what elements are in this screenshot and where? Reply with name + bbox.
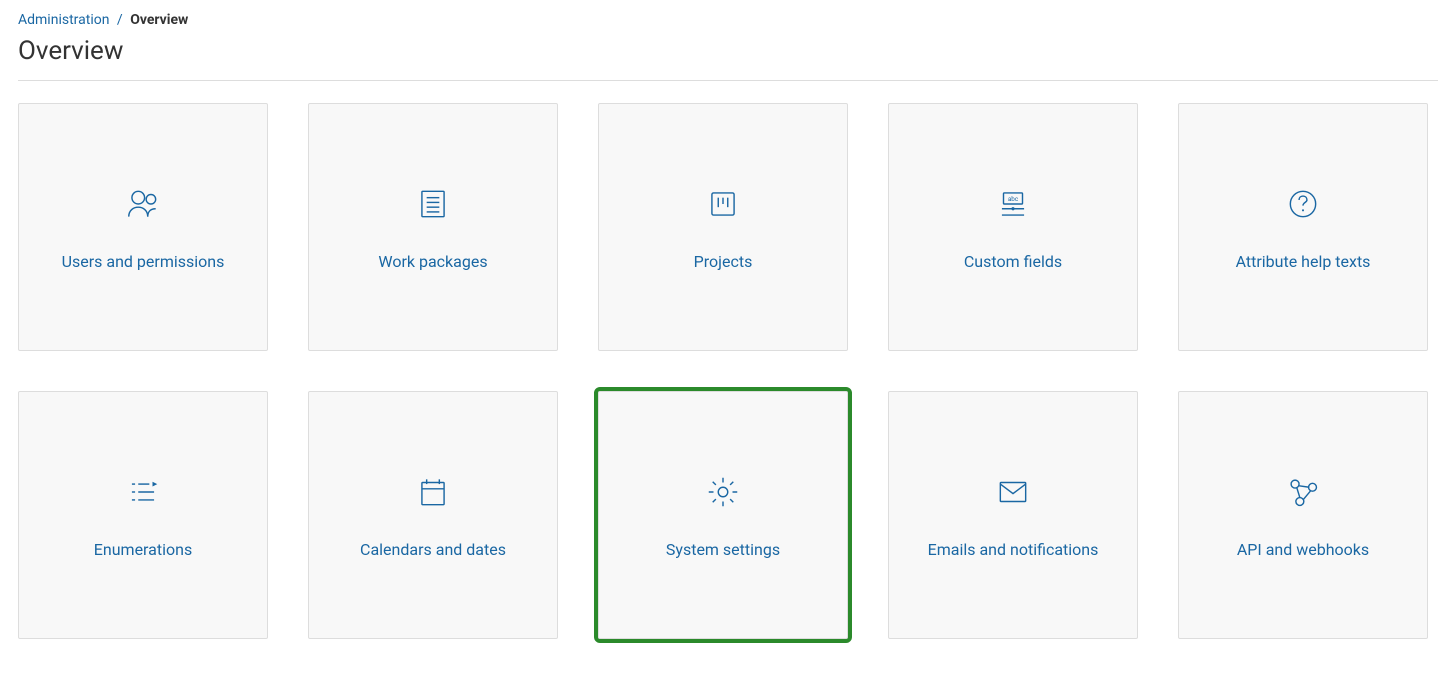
card-label: Projects [694, 252, 753, 271]
card-attribute-help-texts[interactable]: Attribute help texts [1178, 103, 1428, 351]
card-system-settings[interactable]: System settings [598, 391, 848, 639]
card-label: Calendars and dates [360, 540, 506, 559]
card-label: API and webhooks [1237, 540, 1369, 559]
card-label: Work packages [378, 252, 487, 271]
breadcrumb-parent-link[interactable]: Administration [18, 12, 109, 28]
card-users-permissions[interactable]: Users and permissions [18, 103, 268, 351]
help-icon [1284, 184, 1322, 224]
gear-icon [704, 472, 742, 512]
card-custom-fields[interactable]: abc Custom fields [888, 103, 1138, 351]
card-enumerations[interactable]: Enumerations [18, 391, 268, 639]
breadcrumb: Administration / Overview [18, 12, 1438, 28]
card-label: Emails and notifications [928, 540, 1099, 559]
card-label: Attribute help texts [1236, 252, 1371, 271]
calendar-icon [414, 472, 452, 512]
card-work-packages[interactable]: Work packages [308, 103, 558, 351]
card-label: Users and permissions [62, 252, 225, 271]
mail-icon [994, 472, 1032, 512]
card-projects[interactable]: Projects [598, 103, 848, 351]
card-label: Custom fields [964, 252, 1062, 271]
users-icon [124, 184, 162, 224]
card-label: Enumerations [94, 540, 192, 559]
list-icon [124, 472, 162, 512]
card-emails-notifications[interactable]: Emails and notifications [888, 391, 1138, 639]
svg-text:abc: abc [1008, 194, 1019, 202]
divider [18, 80, 1438, 81]
card-api-webhooks[interactable]: API and webhooks [1178, 391, 1428, 639]
document-icon [414, 184, 452, 224]
custom-fields-icon: abc [994, 184, 1032, 224]
card-label: System settings [666, 540, 780, 559]
cards-grid: Users and permissions Work packages Proj… [18, 103, 1438, 639]
card-calendars-dates[interactable]: Calendars and dates [308, 391, 558, 639]
board-icon [704, 184, 742, 224]
breadcrumb-current: Overview [130, 12, 188, 28]
breadcrumb-separator: / [117, 12, 123, 28]
webhook-icon [1284, 472, 1322, 512]
page-title: Overview [18, 36, 1438, 66]
